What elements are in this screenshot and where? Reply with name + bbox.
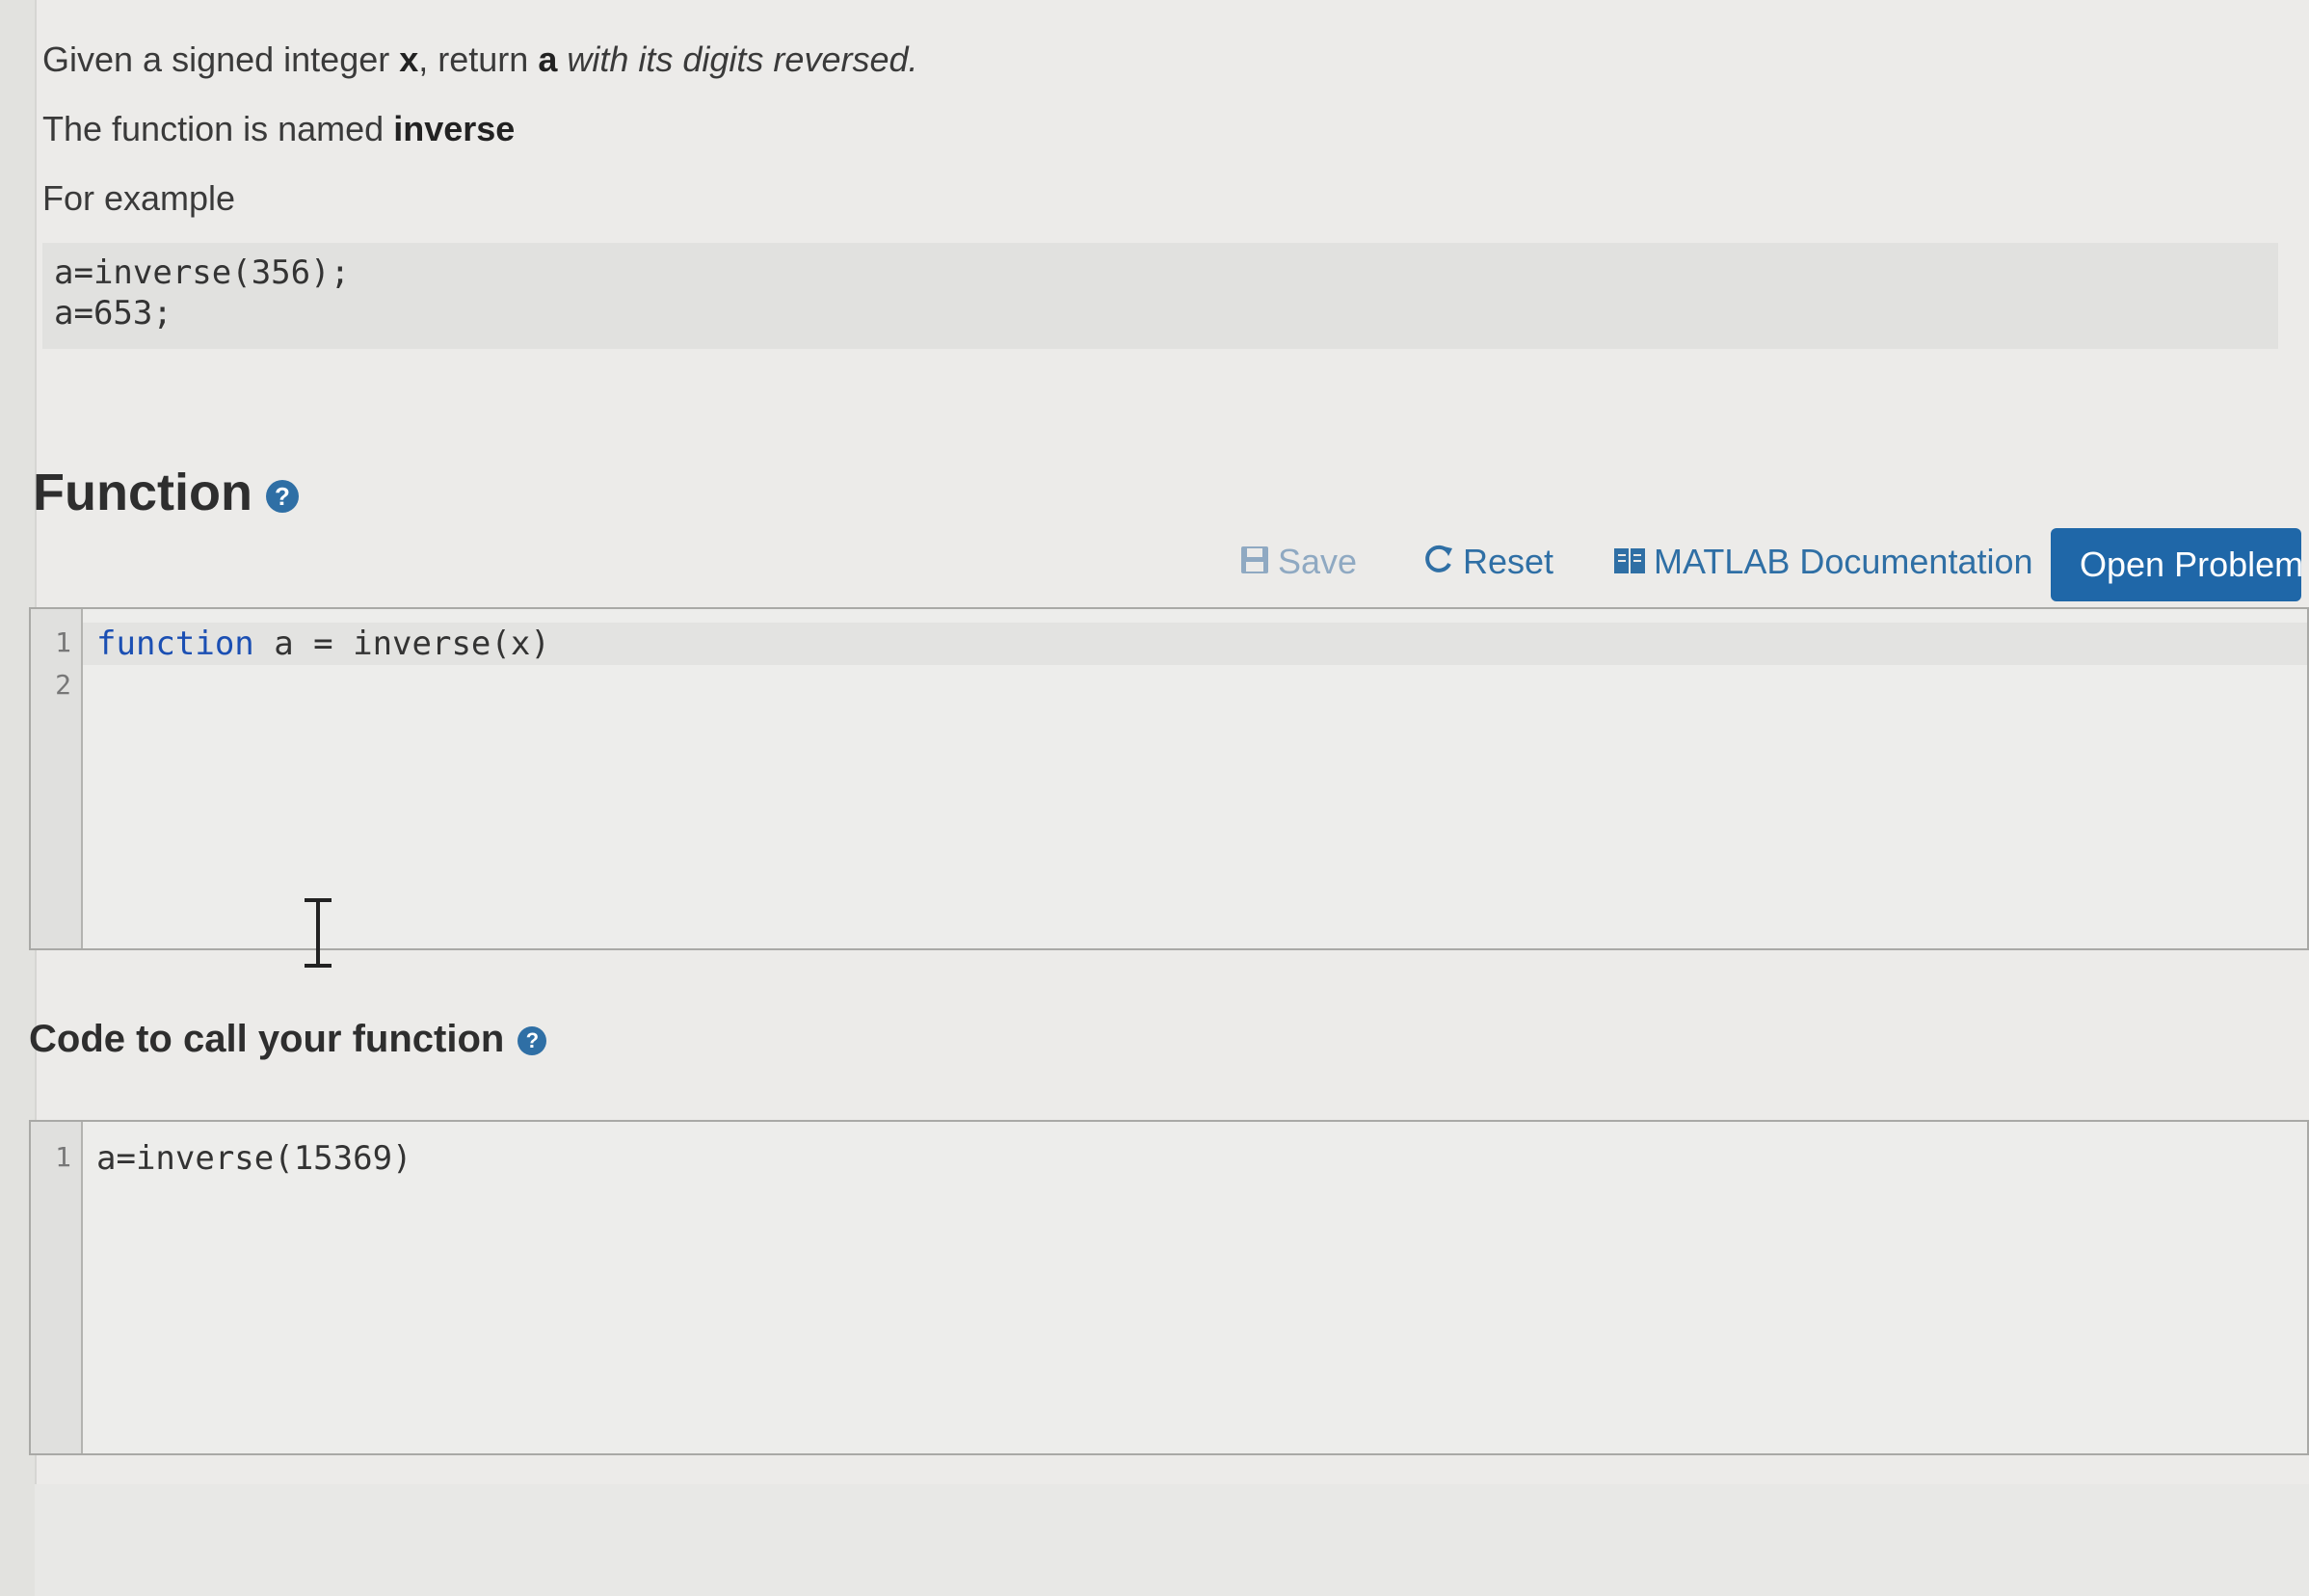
matlab-documentation-link[interactable]: MATLAB Documentation [1613, 528, 2033, 596]
call-section-title: Code to call your function? [29, 1018, 547, 1061]
question-circle-icon[interactable]: ? [265, 479, 299, 513]
refresh-icon [1422, 530, 1455, 598]
reset-button[interactable]: Reset [1422, 528, 1553, 596]
call-code-editor[interactable]: 1 a=inverse(15369) [29, 1120, 2309, 1455]
text-cursor-icon [305, 898, 332, 968]
line-number-gutter: 1 [31, 1122, 83, 1453]
function-name: inverse [393, 109, 516, 148]
editor-toolbar: Save Reset MATLAB Documentation Open Pro… [1195, 528, 2301, 605]
book-icon [1613, 530, 1646, 598]
floppy-disk-icon [1239, 530, 1270, 598]
problem-line-3: For example [42, 178, 236, 218]
line-number: 1 [55, 626, 71, 658]
line-number: 2 [55, 669, 71, 701]
problem-line-1: Given a signed integer x, return a with … [42, 40, 918, 79]
open-problem-button[interactable]: Open Problem i [2051, 528, 2301, 601]
example-line: a=inverse(356); [54, 253, 351, 292]
question-circle-icon[interactable]: ? [518, 1026, 547, 1056]
line-number: 1 [55, 1141, 71, 1173]
problem-line-2: The function is named inverse [42, 109, 516, 148]
example-line: a=653; [54, 294, 173, 332]
code-line[interactable]: a=inverse(15369) [96, 1139, 412, 1178]
var-x: x [399, 40, 419, 79]
code-line[interactable]: function a = inverse(x) [96, 625, 550, 663]
example-code-block: a=inverse(356); a=653; [42, 243, 2278, 349]
page-footer-area [35, 1484, 2309, 1596]
function-section-title: Function? [33, 463, 299, 522]
keyword-function: function [96, 625, 254, 663]
var-a: a [538, 40, 558, 79]
line-number-gutter: 1 2 [31, 609, 83, 948]
save-button[interactable]: Save [1239, 528, 1357, 596]
function-code-editor[interactable]: 1 2 function a = inverse(x) [29, 607, 2309, 950]
